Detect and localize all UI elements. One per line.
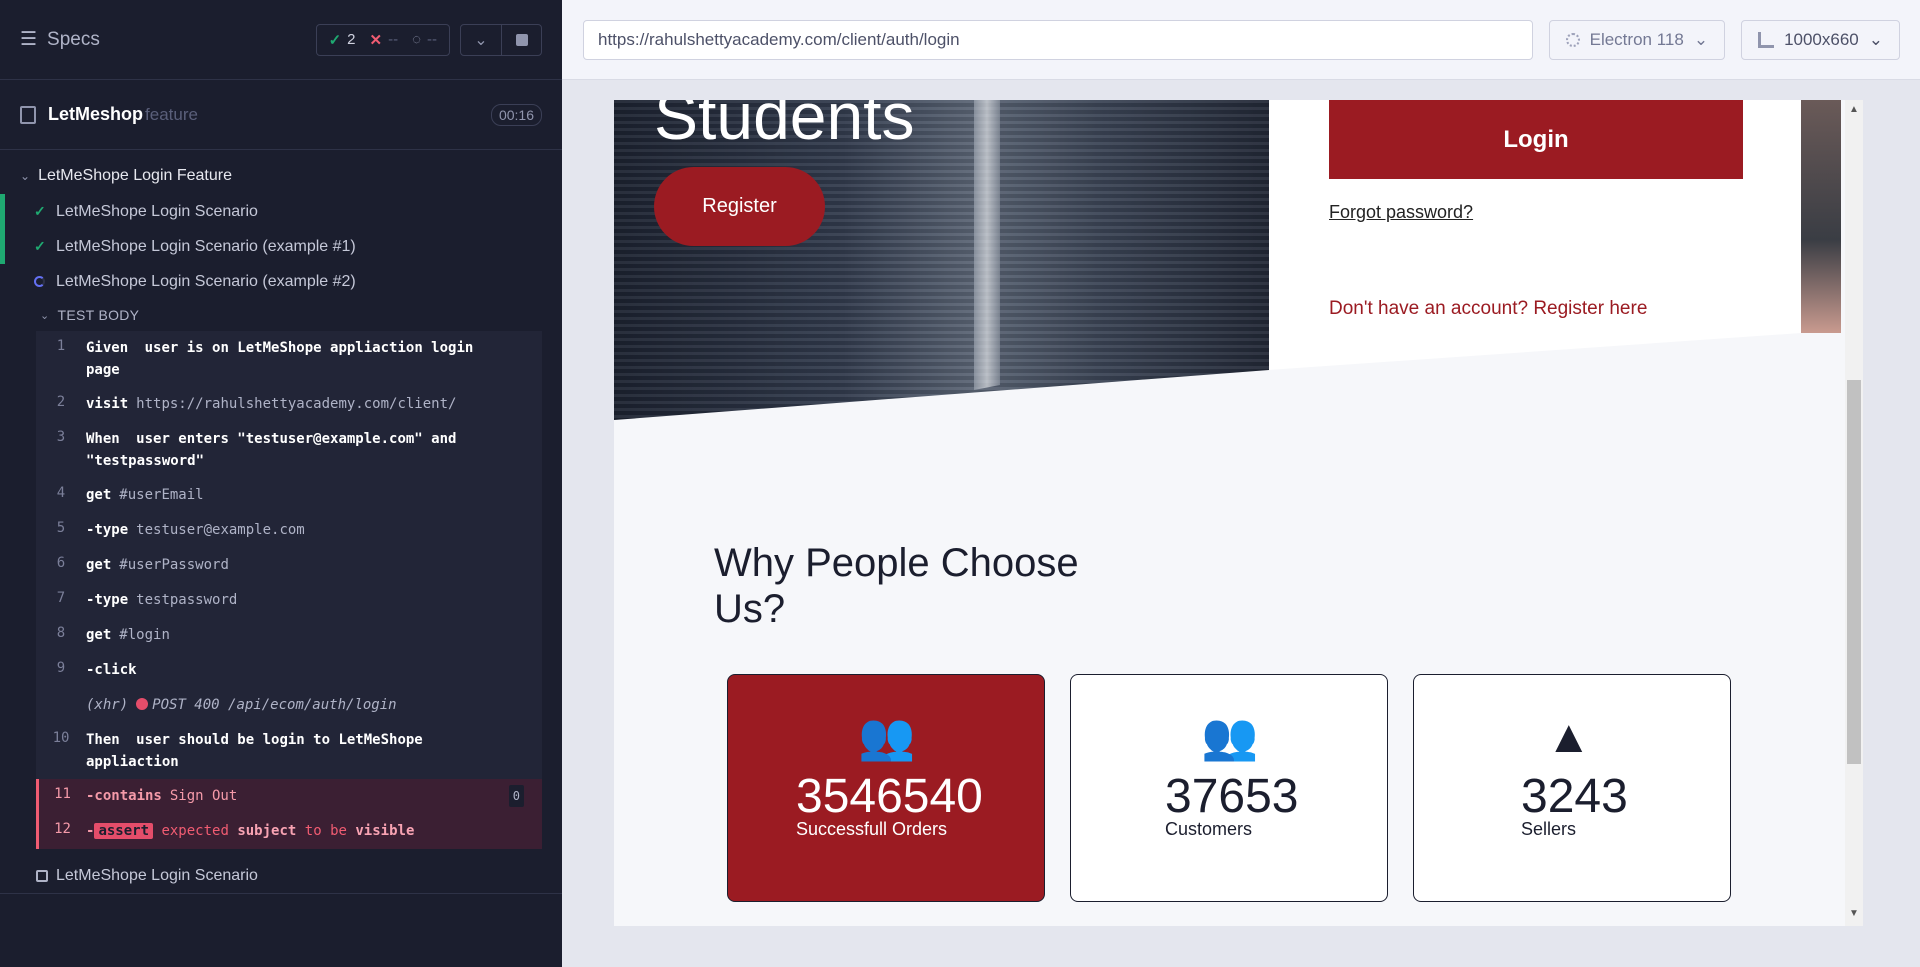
chevron-down-icon: ⌄	[20, 169, 31, 183]
url-bar[interactable]: https://rahulshettyacademy.com/client/au…	[583, 19, 1533, 60]
assert-badge: assert	[94, 823, 154, 839]
scroll-down-icon[interactable]: ▼	[1847, 908, 1861, 919]
test-item[interactable]: ✓ LetMeShope Login Scenario	[0, 194, 562, 229]
command-row[interactable]: 6 get #userPassword	[36, 548, 542, 583]
stat-card-customers: 👥 37653 Customers	[1070, 674, 1388, 902]
command-row[interactable]: 2 visit https://rahulshettyacademy.com/cl…	[36, 387, 542, 422]
section-title: Why People Choose Us?	[714, 541, 1079, 631]
xhr-row[interactable]: (xhr) POST 400 /api/ecom/auth/login	[36, 688, 542, 723]
stat-card-orders: 👥 3546540 Successfull Orders	[727, 674, 1045, 902]
spinner-icon	[34, 275, 45, 287]
command-row[interactable]: 5 -type testuser@example.com	[36, 513, 542, 548]
failed-assert-row[interactable]: 12 - assert expected subject to be visibl…	[36, 814, 542, 849]
document-icon	[20, 105, 36, 124]
stat-label: Sellers	[1521, 819, 1577, 839]
users-icon: 👥	[858, 710, 916, 762]
users-icon: 👥	[1201, 710, 1259, 762]
spec-name: LetMeshop	[48, 104, 144, 124]
test-item-running[interactable]: LetMeShope Login Scenario (example #2)	[0, 264, 562, 299]
hero-image-detail	[974, 100, 1000, 390]
command-list: 1 Given user is on LetMeShope appliactio…	[36, 331, 542, 849]
spec-header: LetMeshop feature 00:16	[0, 80, 562, 150]
command-row[interactable]: 3 When user enters "testuser@example.com…	[36, 422, 542, 478]
test-item-pending[interactable]: LetMeShope Login Scenario	[0, 859, 562, 894]
x-icon: ✕	[369, 31, 383, 49]
stat-value: 37653	[1165, 770, 1299, 823]
runner-topbar: ☰ Specs ✓ 2 ✕ -- ◌ -- ⌄	[0, 0, 562, 80]
chevron-down-icon: ⌄	[474, 31, 488, 49]
stat-card-sellers: ▲ 3243 Sellers	[1413, 674, 1731, 902]
register-button[interactable]: Register	[654, 167, 825, 246]
stat-value: 3546540	[796, 770, 983, 823]
spinner-icon: ◌	[412, 31, 421, 48]
side-image	[1801, 100, 1841, 333]
aut-header: https://rahulshettyacademy.com/client/au…	[562, 0, 1920, 80]
browser-icon	[1565, 32, 1580, 47]
hero-section: Students Register Login Forgot password?…	[614, 100, 1863, 420]
test-stats: ✓ 2 ✕ -- ◌ --	[315, 23, 450, 56]
forgot-password-link[interactable]: Forgot password?	[1329, 202, 1473, 223]
spec-extension: feature	[145, 104, 198, 124]
run-controls: ⌄	[460, 23, 542, 56]
command-row[interactable]: 8 get #login	[36, 618, 542, 653]
app-under-test-frame: Students Register Login Forgot password?…	[614, 100, 1863, 926]
command-row[interactable]: 9 -click	[36, 653, 542, 688]
login-button[interactable]: Login	[1329, 100, 1743, 179]
spec-duration: 00:16	[490, 103, 542, 126]
suite-title[interactable]: ⌄ LetMeShope Login Feature	[0, 158, 562, 194]
login-panel: Login Forgot password? Don't have an acc…	[1269, 100, 1801, 370]
check-icon: ✓	[34, 203, 46, 219]
pending-count: ◌ --	[412, 31, 437, 48]
chevron-down-icon: ⌄	[40, 309, 50, 322]
failed-count: ✕ --	[369, 31, 399, 49]
failed-command-row[interactable]: 11 -contains Sign Out 0	[36, 779, 542, 814]
command-row[interactable]: 4 get #userEmail	[36, 478, 542, 513]
stats-area: ✓ 2 ✕ -- ◌ -- ⌄	[315, 23, 542, 56]
stop-button[interactable]	[501, 24, 541, 55]
stat-label: Customers	[1165, 819, 1253, 839]
register-here-link[interactable]: Don't have an account? Register here	[1329, 298, 1647, 320]
specs-label: Specs	[47, 28, 100, 50]
check-icon: ✓	[328, 31, 342, 49]
chevron-down-icon: ⌄	[1693, 29, 1709, 49]
specs-toggle-button[interactable]: ☰ Specs	[20, 28, 100, 51]
hero-title: Students	[654, 100, 915, 153]
stop-icon	[515, 33, 528, 46]
menu-icon: ☰	[20, 29, 38, 50]
road-icon: ▲	[1546, 710, 1592, 762]
pending-square-icon	[36, 870, 48, 882]
passed-count: ✓ 2	[328, 31, 356, 49]
browser-selector[interactable]: Electron 118 ⌄	[1548, 19, 1726, 60]
test-item[interactable]: ✓ LetMeShope Login Scenario (example #1)	[0, 229, 562, 264]
expand-button[interactable]: ⌄	[461, 25, 501, 55]
command-log-panel: ☰ Specs ✓ 2 ✕ -- ◌ -- ⌄ LetMeshop feature 0…	[0, 0, 562, 967]
chevron-down-icon: ⌄	[1868, 29, 1883, 49]
stat-label: Successfull Orders	[796, 819, 948, 839]
command-row[interactable]: 7 -type testpassword	[36, 583, 542, 618]
viewport-selector[interactable]: 1000x660 ⌄	[1741, 19, 1900, 60]
aut-scrollbar-thumb[interactable]	[1847, 380, 1861, 764]
error-dot-icon	[136, 698, 149, 710]
element-count-badge: 0	[508, 785, 524, 807]
ruler-icon	[1758, 31, 1775, 48]
command-row[interactable]: 10 Then user should be login to LetMeSho…	[36, 723, 542, 779]
test-body-toggle[interactable]: ⌄ TEST BODY	[0, 299, 562, 331]
check-icon: ✓	[34, 238, 46, 254]
stat-value: 3243	[1521, 770, 1628, 823]
command-row[interactable]: 1 Given user is on LetMeShope appliactio…	[36, 331, 542, 387]
scroll-up-icon[interactable]: ▲	[1847, 104, 1861, 115]
